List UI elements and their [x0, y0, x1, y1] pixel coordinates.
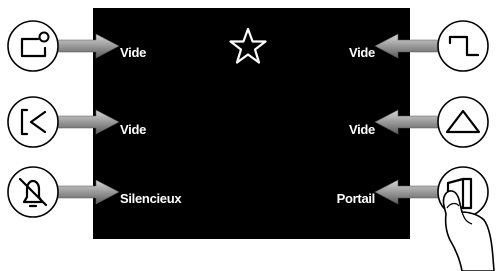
exit-button[interactable] — [7, 96, 59, 148]
arrow-left-1 — [54, 33, 120, 59]
arrow-left-3 — [54, 179, 120, 205]
mute-button[interactable] — [7, 166, 59, 218]
auxiliary-button[interactable] — [7, 20, 59, 72]
triangle-button[interactable] — [437, 96, 489, 148]
stair-light-button[interactable] — [437, 20, 489, 72]
arrow-left-2 — [54, 109, 120, 135]
arrow-right-1 — [374, 33, 442, 59]
arrow-right-2 — [374, 109, 442, 135]
arrow-right-3 — [374, 179, 442, 205]
